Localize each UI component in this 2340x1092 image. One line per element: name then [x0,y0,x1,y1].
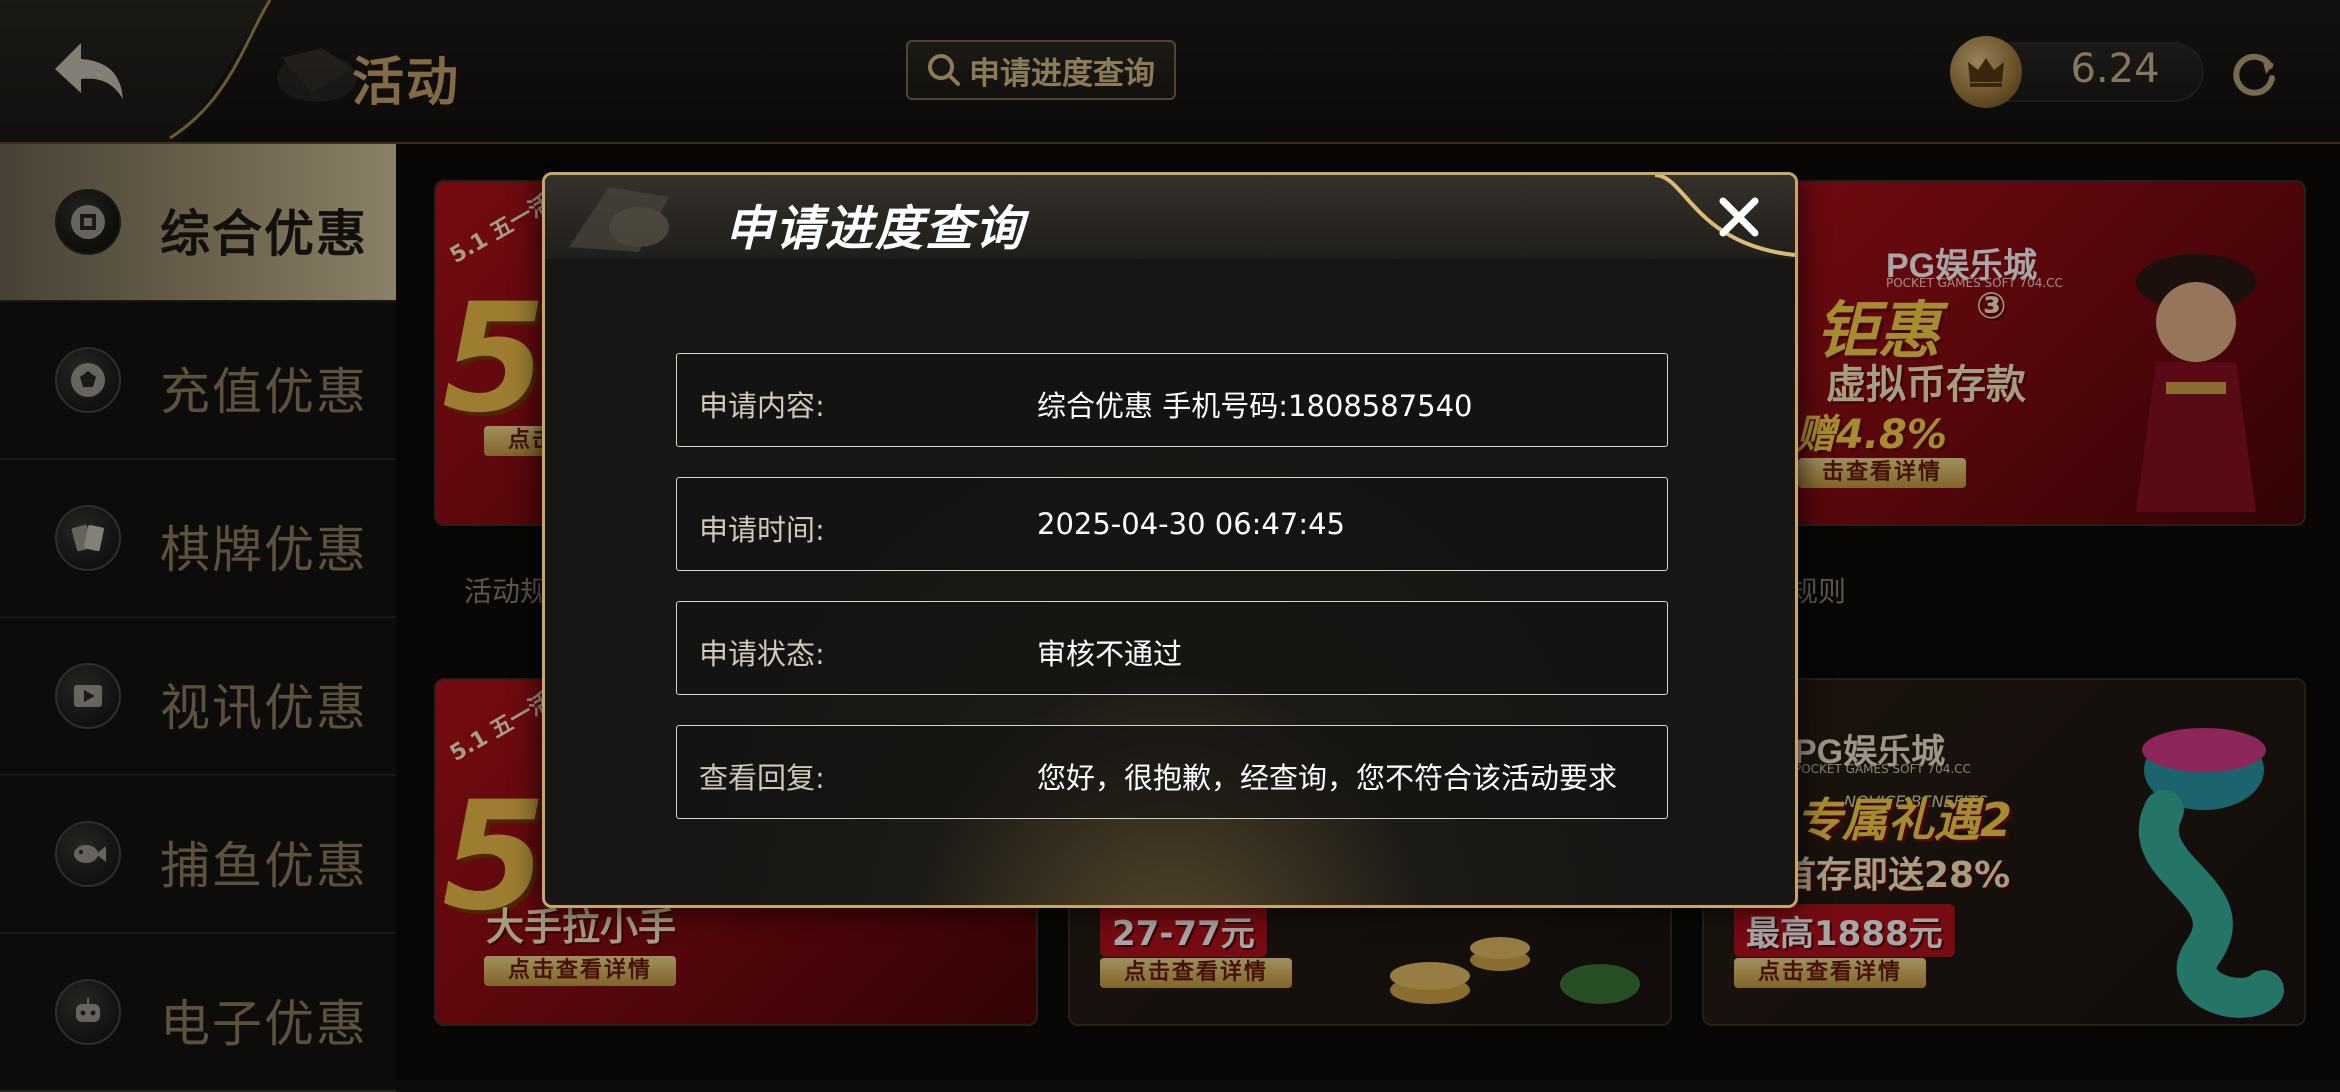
dialog-title: 申请进度查询 [725,201,1026,257]
dialog-header: 申请进度查询 [545,175,1795,260]
info-label: 查看回复: [699,761,825,795]
close-button[interactable] [1711,189,1767,245]
close-icon [1719,197,1759,237]
info-label: 申请状态: [699,637,825,671]
info-row-status: 申请状态: 审核不通过 [676,601,1668,695]
info-value: 您好，很抱歉，经查询，您不符合该活动要求 [1037,761,1618,795]
dialog-body: 申请内容: 综合优惠 手机号码:1808587540 申请时间: 2025-04… [545,259,1795,905]
info-label: 申请时间: [699,513,825,547]
dialog-emblem-icon [569,187,669,252]
info-row-time: 申请时间: 2025-04-30 06:47:45 [676,477,1668,571]
info-row-content: 申请内容: 综合优惠 手机号码:1808587540 [676,353,1668,447]
info-value: 综合优惠 手机号码:1808587540 [1037,389,1473,423]
info-value: 2025-04-30 06:47:45 [1037,507,1345,541]
info-row-reply: 查看回复: 您好，很抱歉，经查询，您不符合该活动要求 [676,725,1668,819]
progress-query-dialog: 申请进度查询 申请内容: 综合优惠 手机号码:1808587540 申请时间: … [542,172,1798,908]
info-label: 申请内容: [699,389,825,423]
info-value: 审核不通过 [1037,637,1183,671]
